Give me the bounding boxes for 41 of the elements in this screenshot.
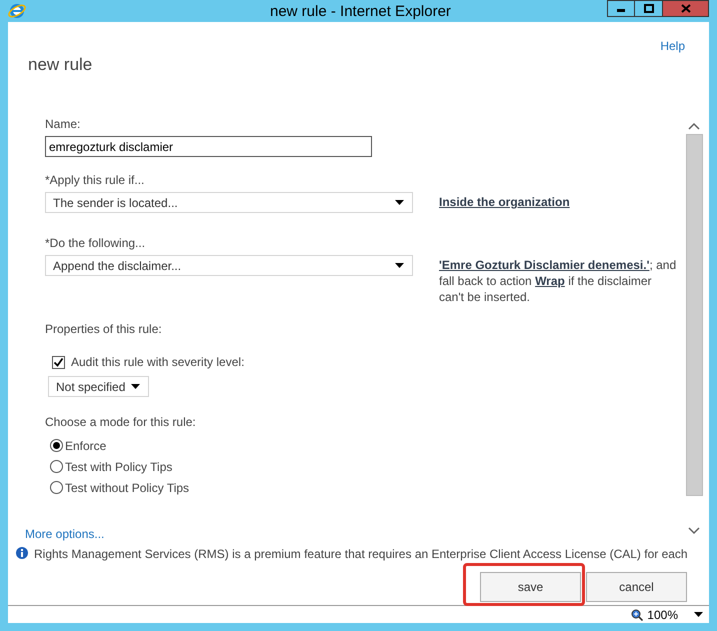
radio-button[interactable] (50, 439, 63, 452)
radio-button[interactable] (50, 460, 63, 473)
help-link[interactable]: Help (660, 37, 685, 55)
name-field[interactable]: emregozturk disclamier (45, 136, 372, 157)
dialog-button[interactable]: cancel (586, 572, 687, 602)
scroll-up-icon[interactable] (688, 122, 700, 130)
section-label: Choose a mode for this rule: (45, 414, 196, 431)
link[interactable]: Inside the organization (439, 195, 570, 209)
rms-notice: Rights Management Services (RMS) is a premium feature that requires an Enterprise Client Access License (CAL) for each (34, 547, 688, 561)
browser-logo-icon (8, 2, 26, 20)
caret-icon (694, 612, 703, 617)
link[interactable]: Wrap (535, 274, 565, 288)
zoom-icon[interactable] (631, 608, 644, 620)
zoom-level: 100% (647, 606, 678, 624)
caret-icon (395, 263, 404, 268)
radio-button[interactable] (50, 481, 63, 494)
dropdown[interactable]: Append the disclaimer... (45, 255, 413, 276)
action-description: 'Emre Gozturk Disclamier denemesi.'; and fall back to action Wrap if the disclaimer can't be inserted. (439, 257, 677, 305)
scroll-down-icon[interactable] (688, 527, 700, 535)
dropdown[interactable]: The sender is located... (45, 192, 413, 213)
more-options-link[interactable]: More options... (25, 525, 104, 543)
caret-icon (395, 200, 404, 205)
field-label: *Do the following... (45, 235, 146, 252)
field-label: *Apply this rule if... (45, 172, 144, 189)
info-icon (16, 547, 28, 559)
radio-label: Test without Policy Tips (65, 480, 190, 496)
radio-label: Enforce (65, 438, 106, 454)
checkbox-label: Audit this rule with severity level: (71, 354, 244, 371)
close-icon (680, 4, 690, 13)
radio-label: Test with Policy Tips (65, 458, 172, 476)
minimize-button[interactable] (607, 0, 635, 17)
link[interactable]: 'Emre Gozturk Disclamier denemesi.' (439, 258, 650, 272)
checkbox[interactable] (52, 356, 65, 368)
window-title: new rule - Internet Explorer (270, 2, 451, 22)
field-label: Name: (45, 116, 80, 133)
section-label: Properties of this rule: (45, 321, 162, 338)
dialog-button[interactable]: save (480, 572, 581, 602)
dropdown[interactable]: Not specified (48, 376, 149, 397)
caret-icon (131, 384, 140, 389)
page-title: new rule (28, 55, 92, 75)
close-button[interactable] (662, 0, 709, 17)
